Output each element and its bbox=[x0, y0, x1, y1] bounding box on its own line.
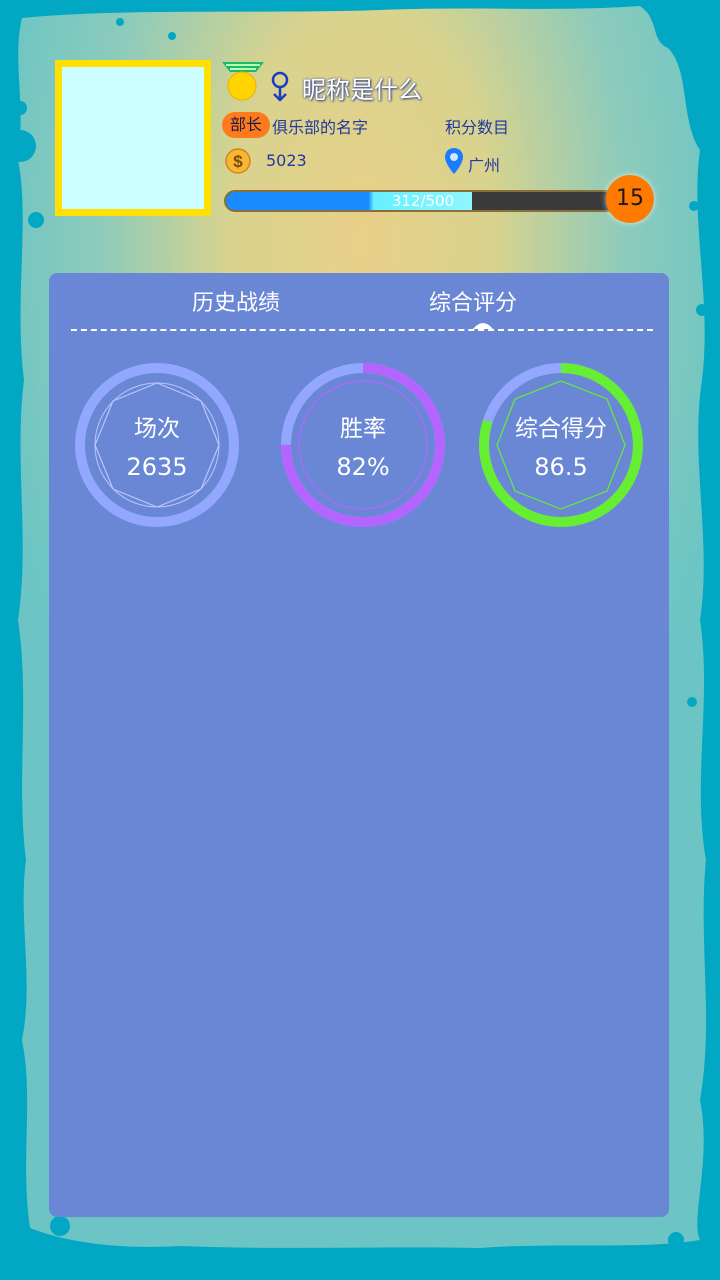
gold-medal-icon bbox=[220, 60, 268, 102]
stats-panel: 历史战绩 综合评分 场次 2635 胜率 82% 综合得分 86.5 bbox=[49, 273, 669, 1217]
role-badge: 部长 bbox=[222, 112, 270, 138]
female-symbol-icon bbox=[268, 70, 292, 102]
stat-matches: 场次 2635 bbox=[73, 361, 241, 529]
winrate-ring bbox=[281, 363, 445, 527]
stat-score-value: 86.5 bbox=[534, 453, 588, 481]
level-badge: 15 bbox=[606, 175, 654, 223]
stat-winrate: 胜率 82% bbox=[279, 361, 447, 529]
experience-progress-text: 312/500 bbox=[391, 192, 455, 210]
tab-divider bbox=[71, 329, 653, 331]
experience-progress-bar: 312/500 bbox=[224, 190, 622, 212]
active-tab-indicator-icon bbox=[473, 323, 493, 329]
location-text: 广州 bbox=[468, 156, 501, 175]
score-ring bbox=[479, 363, 643, 527]
nickname: 昵称是什么 bbox=[302, 76, 422, 104]
tab-history[interactable]: 历史战绩 bbox=[192, 285, 280, 317]
coin-value: 5023 bbox=[266, 151, 307, 170]
stat-matches-value: 2635 bbox=[126, 453, 188, 481]
matches-ring bbox=[75, 363, 239, 527]
stat-winrate-value: 82% bbox=[336, 453, 390, 481]
stat-winrate-label: 胜率 bbox=[340, 416, 386, 442]
tab-overall[interactable]: 综合评分 bbox=[429, 285, 517, 317]
stat-score: 综合得分 86.5 bbox=[477, 361, 645, 529]
svg-text:$: $ bbox=[233, 152, 243, 171]
stat-score-label: 综合得分 bbox=[515, 416, 607, 442]
avatar[interactable] bbox=[55, 60, 211, 216]
stat-matches-label: 场次 bbox=[134, 416, 180, 442]
points-label: 积分数目 bbox=[445, 118, 510, 137]
location-pin-icon bbox=[444, 147, 464, 175]
club-name[interactable]: 俱乐部的名字 bbox=[272, 114, 368, 138]
coin-icon: $ bbox=[225, 148, 251, 174]
